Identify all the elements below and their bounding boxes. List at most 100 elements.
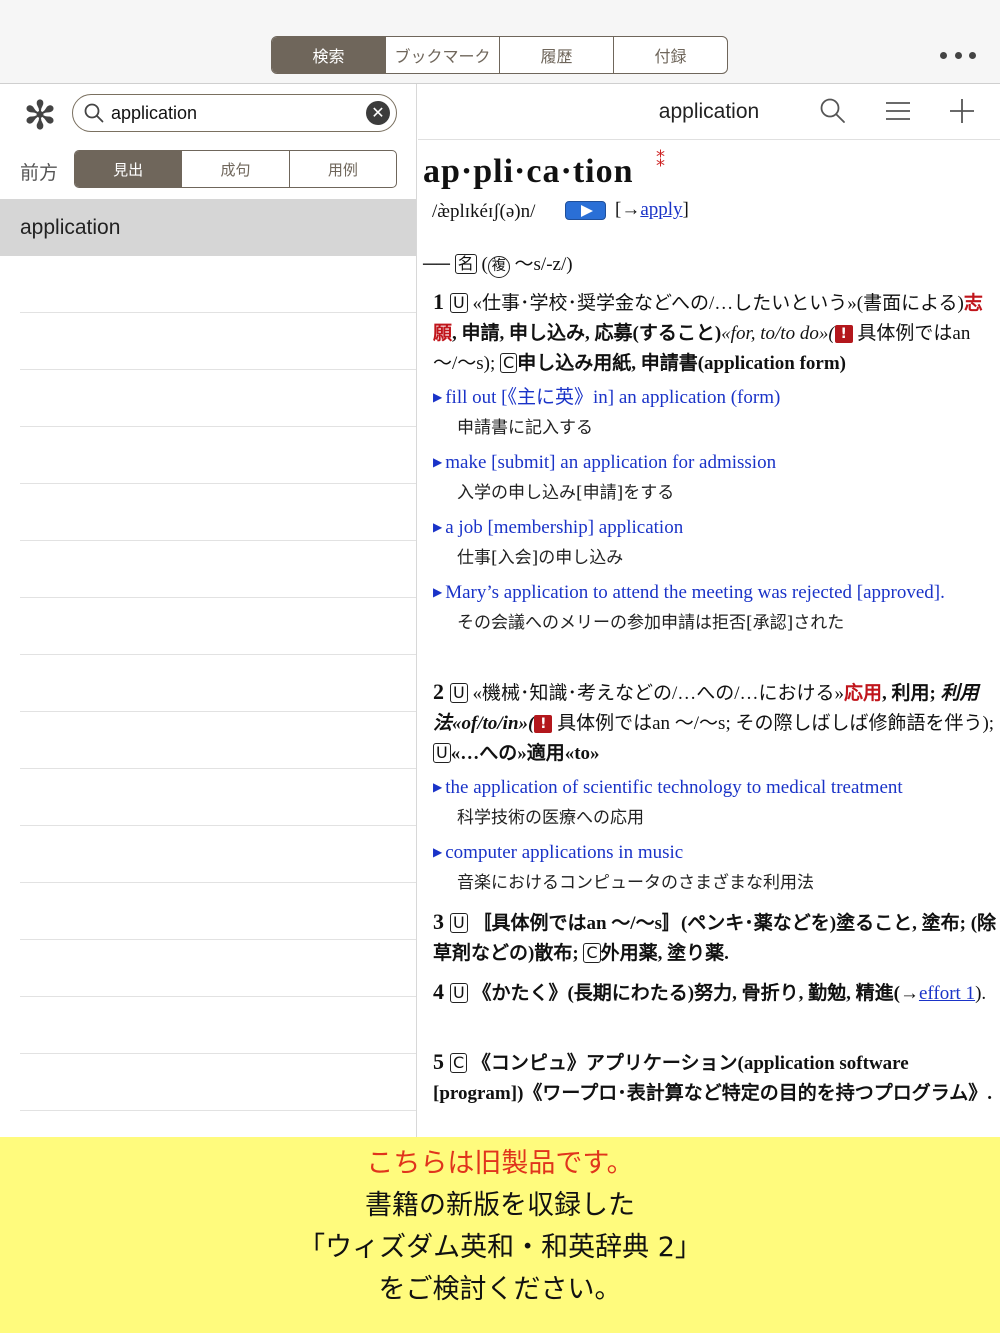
- empty-row: [20, 769, 416, 826]
- plural-mark: 複: [487, 256, 510, 278]
- sense-text: 申し込み用紙, 申請書(application form): [517, 353, 846, 374]
- more-dots-icon[interactable]: [940, 45, 976, 65]
- sense-text: , 申請, 申し込み, 応募(すること): [452, 323, 722, 344]
- pos-dash: ──: [423, 254, 450, 275]
- banner-line-3: 「ウィズダム英和・和英辞典 2」: [298, 1232, 702, 1263]
- empty-row: [20, 484, 416, 541]
- sense-number: 2: [433, 679, 444, 704]
- sense-4: 4U 《かたく》(長期にわたる)努力, 骨折り, 勤勉, 精進(→effort …: [433, 977, 998, 1009]
- example-marker-icon: ▶: [433, 390, 443, 404]
- sense-number: 5: [433, 1049, 444, 1074]
- sense-text: «for, to/to do»(: [721, 323, 835, 344]
- example-text: computer applications in music: [445, 842, 684, 863]
- empty-row: [20, 598, 416, 655]
- effort-link[interactable]: effort 1: [919, 983, 975, 1004]
- example-3[interactable]: ▶ a job [membership] application 仕事[入会]の申…: [433, 512, 998, 573]
- empty-row: [20, 712, 416, 769]
- sense-number: 3: [433, 909, 444, 934]
- sense-text: «…への»適用«to»: [450, 743, 600, 764]
- sense-3: 3U 〚具体例ではan 〜/〜s〛(ペンキ･薬などを)塗ること, 塗布; (除草…: [433, 907, 998, 969]
- sense-text: 具体例ではan 〜/〜s; その際しばしば修飾語を伴う);: [557, 713, 995, 734]
- tab-appendix[interactable]: 付録: [614, 37, 727, 73]
- empty-row: [20, 541, 416, 598]
- search-icon[interactable]: [818, 96, 848, 126]
- result-item[interactable]: application: [0, 199, 416, 256]
- search-input[interactable]: [111, 98, 351, 128]
- banner-line-1: こちらは旧製品です。: [366, 1148, 634, 1179]
- example-translation: 入学の申し込み[申請]をする: [457, 483, 675, 503]
- sense-text: «仕事･学校･奨学金などへの/…したいという»(書面による): [472, 293, 964, 314]
- example-6[interactable]: ▶ computer applications in music 音楽におけるコン…: [433, 837, 998, 898]
- empty-row: [20, 883, 416, 940]
- clear-icon[interactable]: ✕: [366, 101, 390, 125]
- dictionary-entry: ap·pli·ca·tion ⁑ /æ̀plɪkéɪʃ(ə)n/ [→apply…: [418, 141, 1000, 1137]
- example-marker-icon: ▶: [433, 455, 443, 469]
- empty-row: [20, 826, 416, 883]
- grammar-label: U: [450, 983, 468, 1003]
- empty-row: [20, 256, 416, 313]
- empty-row: [20, 370, 416, 427]
- search-panel: ✻ ✕ 前方 見出 成句 用例 application: [0, 84, 417, 1137]
- example-5[interactable]: ▶ the application of scientific technolog…: [433, 772, 998, 833]
- example-translation: その会議へのメリーの参加申請は拒否[承認]された: [457, 613, 845, 633]
- sense-number: 4: [433, 979, 444, 1004]
- grammar-label: U: [433, 743, 451, 763]
- xref-suffix: ]: [682, 199, 689, 220]
- match-tabs: 見出 成句 用例: [74, 150, 397, 188]
- sense-5: 5C 《コンピュ》アプリケーション(application software […: [433, 1047, 998, 1109]
- example-text: the application of scientific technology…: [445, 777, 903, 798]
- tab-history[interactable]: 履歴: [500, 37, 614, 73]
- tab-bookmark[interactable]: ブックマーク: [386, 37, 500, 73]
- sense-text: 外用薬, 塗り薬.: [600, 943, 729, 964]
- tab-phrase[interactable]: 成句: [182, 151, 290, 187]
- sense-text: 応用: [844, 683, 883, 704]
- tab-search[interactable]: 検索: [272, 37, 386, 73]
- result-list: application: [0, 199, 416, 1111]
- sense-text: , 利用;: [882, 683, 936, 704]
- grammar-label: C: [583, 943, 601, 963]
- xref-link[interactable]: apply: [640, 199, 682, 220]
- tab-headword[interactable]: 見出: [75, 151, 183, 187]
- sense-text: 《かたく》(長期にわたる)努力, 骨折り, 勤勉, 精進(→: [472, 983, 919, 1004]
- sense-2: 2U «機械･知識･考えなどの/…への/…における»応用, 利用; 利用法«of…: [433, 677, 998, 769]
- example-translation: 音楽におけるコンピュータのさまざまな利用法: [457, 873, 814, 893]
- asterisk-icon[interactable]: ✻: [20, 96, 60, 136]
- xref-prefix: [→: [615, 199, 641, 220]
- example-translation: 申請書に記入する: [457, 418, 593, 438]
- sense-1: 1U «仕事･学校･奨学金などへの/…したいという»(書面による)志願, 申請,…: [433, 287, 998, 379]
- empty-row: [20, 427, 416, 484]
- example-text: fill out [《主に英》in] an application (form): [445, 387, 781, 408]
- grammar-label: U: [450, 293, 468, 313]
- grammar-label: C: [450, 1053, 468, 1073]
- sense-number: 1: [433, 289, 444, 314]
- example-text: make [submit] an application for admissi…: [445, 452, 777, 473]
- example-marker-icon: ▶: [433, 520, 443, 534]
- cross-reference: [→apply]: [615, 199, 689, 221]
- banner-line-2: 書籍の新版を収録した: [365, 1190, 635, 1221]
- empty-row: [20, 940, 416, 997]
- empty-row: [20, 313, 416, 370]
- example-4[interactable]: ▶ Mary’s application to attend the meetin…: [433, 577, 998, 638]
- pronunciation: /æ̀plɪkéɪʃ(ə)n/: [432, 201, 536, 222]
- note-icon: !: [834, 325, 853, 343]
- search-box[interactable]: ✕: [72, 94, 397, 132]
- empty-row: [20, 1054, 416, 1111]
- plural-form: 〜s/-z/): [514, 254, 573, 275]
- match-mode-label[interactable]: 前方: [20, 158, 58, 185]
- play-audio-button[interactable]: [565, 201, 606, 220]
- example-text: Mary’s application to attend the meeting…: [445, 582, 945, 603]
- empty-row: [20, 655, 416, 712]
- entry-header: application: [418, 84, 1000, 140]
- banner-line-4: をご検討ください。: [378, 1274, 622, 1305]
- part-of-speech: ── 名 (複 〜s/-z/): [423, 249, 573, 278]
- headword: ap·pli·ca·tion: [423, 153, 634, 190]
- example-translation: 科学技術の医療への応用: [457, 808, 644, 828]
- sense-text: «機械･知識･考えなどの/…への/…における»: [472, 683, 845, 704]
- example-1[interactable]: ▶ fill out [《主に英》in] an application (form…: [433, 382, 998, 443]
- menu-icon[interactable]: [883, 96, 913, 126]
- tab-example[interactable]: 用例: [290, 151, 396, 187]
- example-2[interactable]: ▶ make [submit] an application for admiss…: [433, 447, 998, 508]
- plus-icon[interactable]: [947, 96, 977, 126]
- sense-text: ).: [975, 983, 987, 1004]
- old-product-banner[interactable]: こちらは旧製品です。 書籍の新版を収録した 「ウィズダム英和・和英辞典 2」 を…: [0, 1137, 1000, 1333]
